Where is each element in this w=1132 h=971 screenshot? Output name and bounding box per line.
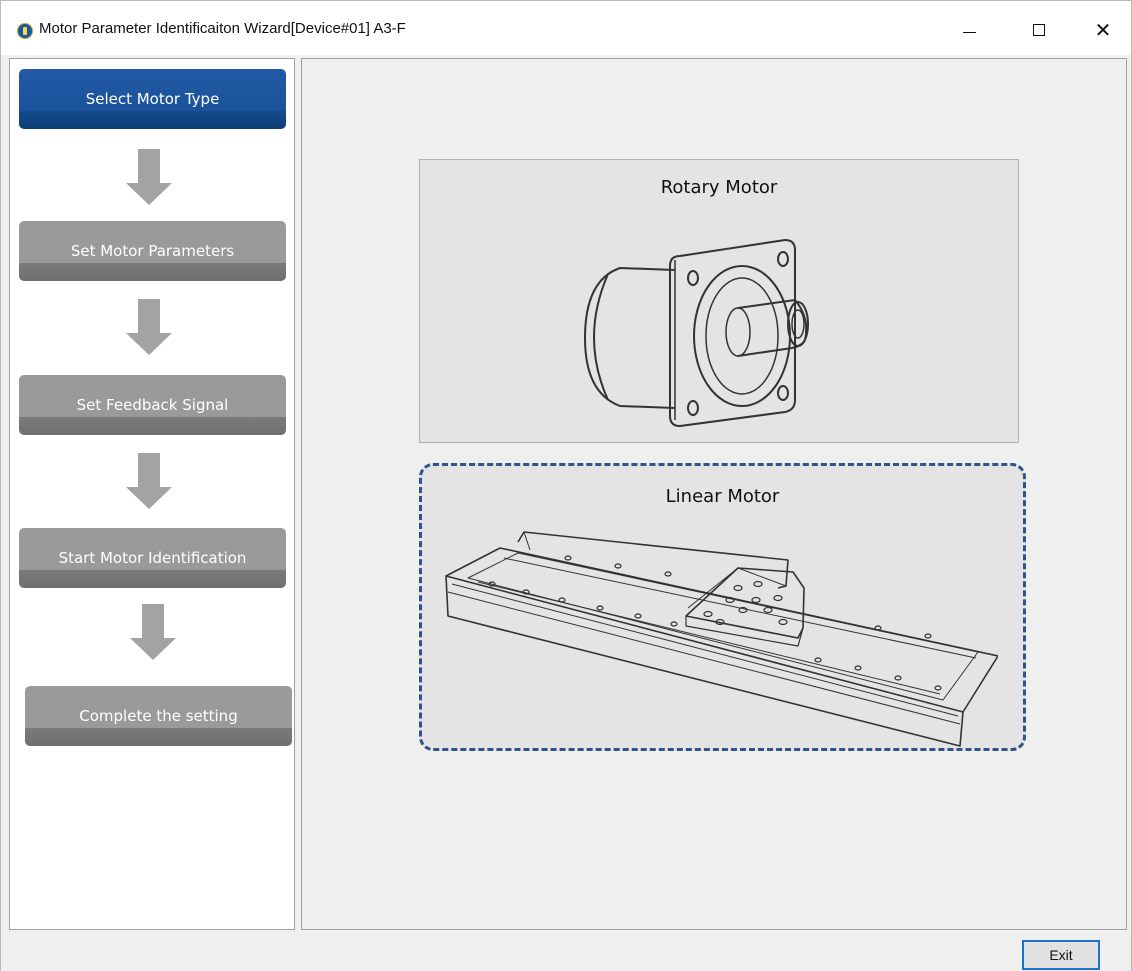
wizard-steps-panel: Select Motor Type Set Motor Parameters S… <box>9 58 295 930</box>
step-set-feedback-signal[interactable]: Set Feedback Signal <box>19 375 286 435</box>
step-start-motor-identification[interactable]: Start Motor Identification <box>19 528 286 588</box>
rotary-motor-label: Rotary Motor <box>660 177 778 198</box>
rotary-motor-illustration <box>584 239 809 427</box>
step-select-motor-type[interactable]: Select Motor Type <box>19 69 286 129</box>
step-set-motor-parameters[interactable]: Set Motor Parameters <box>19 221 286 281</box>
exit-button[interactable]: Exit <box>1022 940 1100 970</box>
close-icon: ✕ <box>1094 18 1112 42</box>
down-arrow-icon <box>126 453 172 513</box>
linear-motor-illustration <box>445 531 998 747</box>
down-arrow-icon <box>126 149 172 209</box>
down-arrow-icon <box>126 299 172 359</box>
maximize-button[interactable] <box>1013 7 1065 53</box>
status-bar <box>1 931 1131 971</box>
minimize-icon <box>962 31 976 33</box>
linear-motor-label: Linear Motor <box>665 486 780 507</box>
maximize-icon <box>1033 24 1045 36</box>
app-logo-icon <box>17 23 33 39</box>
down-arrow-icon <box>130 604 176 664</box>
motor-type-panel: Rotary Motor Linear Motor <box>301 58 1127 930</box>
minimize-button[interactable] <box>943 7 995 53</box>
step-complete-the-setting[interactable]: Complete the setting <box>25 686 292 746</box>
title-bar[interactable]: Motor Parameter Identificaiton Wizard[De… <box>1 1 1131 55</box>
wizard-window: Motor Parameter Identificaiton Wizard[De… <box>0 0 1132 971</box>
close-button[interactable]: ✕ <box>1077 7 1129 53</box>
window-title: Motor Parameter Identificaiton Wizard[De… <box>39 20 406 37</box>
rotary-motor-option[interactable]: Rotary Motor <box>419 159 1019 443</box>
linear-motor-option[interactable]: Linear Motor <box>419 463 1026 751</box>
